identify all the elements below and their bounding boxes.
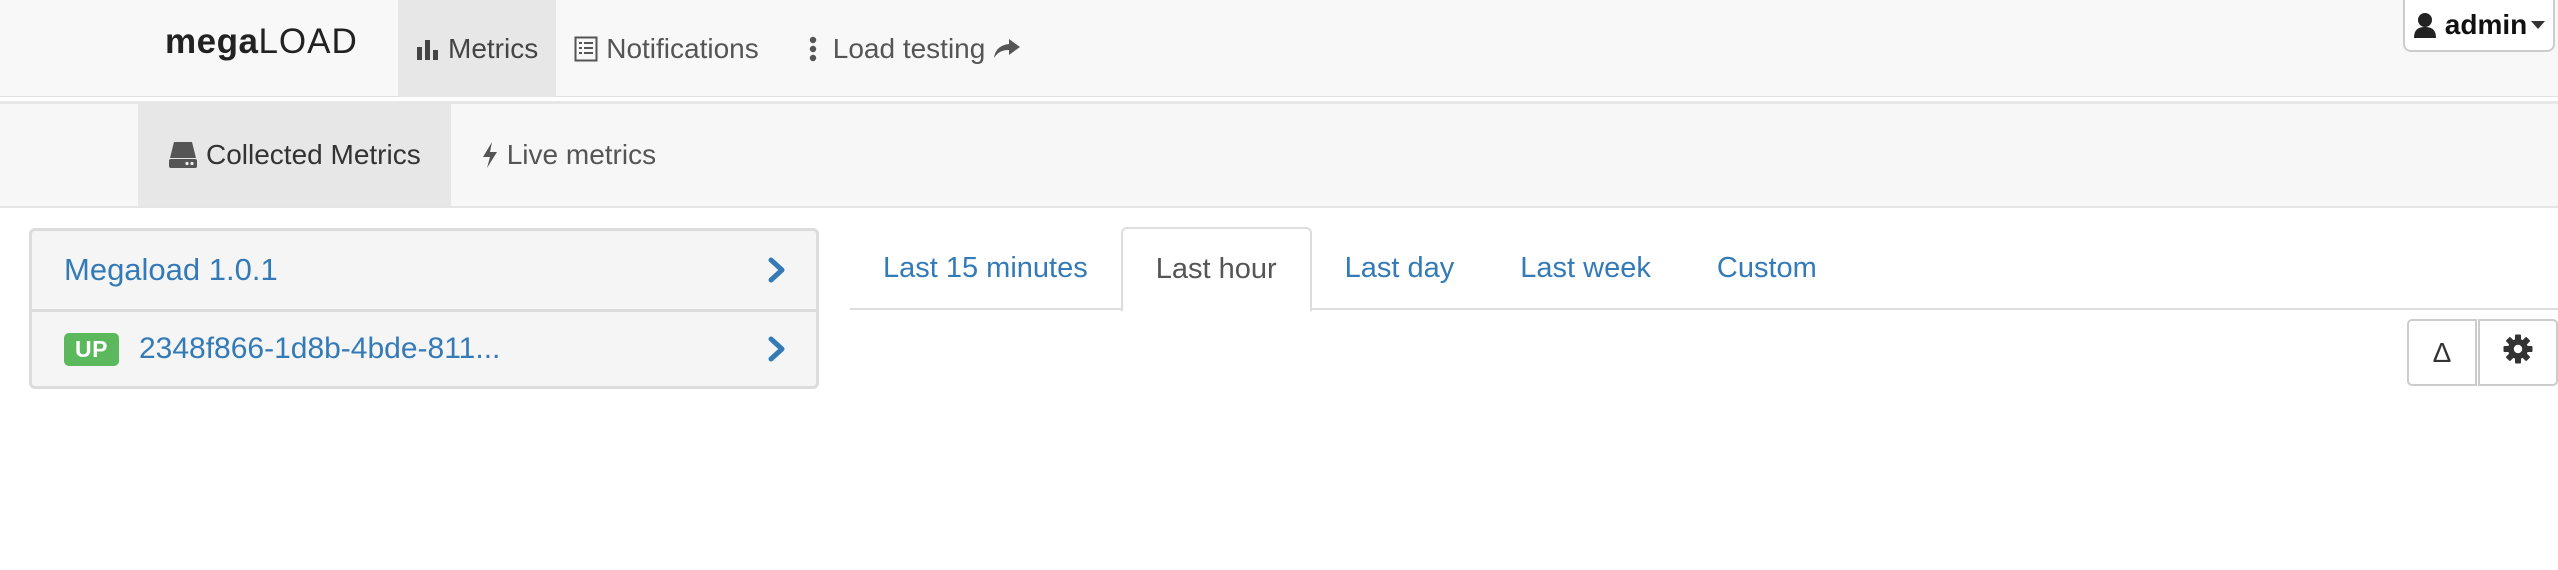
nav-metrics[interactable]: Metrics — [398, 0, 557, 97]
settings-button[interactable] — [2478, 319, 2558, 386]
bar-chart-icon — [416, 37, 440, 61]
chevron-right-icon — [768, 336, 786, 362]
subnav-live-metrics[interactable]: Live metrics — [451, 104, 686, 206]
bolt-icon — [481, 141, 499, 169]
instance-id: 2348f866-1d8b-4bde-811... — [138, 332, 501, 365]
application-header[interactable]: Megaload 1.0.1 — [32, 231, 816, 309]
caret-down-icon — [2531, 21, 2546, 29]
main-nav: Metrics Notifications Load testing — [398, 0, 1039, 97]
application-panel: Megaload 1.0.1 UP 2348f866-1d8b-4bde-811… — [29, 228, 819, 389]
nav-load-testing-label: Load testing — [832, 32, 986, 64]
list-icon — [574, 36, 598, 62]
nav-load-testing[interactable]: Load testing — [791, 0, 1040, 97]
sub-navbar: Collected Metrics Live metrics — [0, 104, 2558, 208]
tab-last-15-minutes[interactable]: Last 15 minutes — [850, 227, 1121, 310]
tab-last-day[interactable]: Last day — [1312, 227, 1488, 310]
tab-last-hour[interactable]: Last hour — [1120, 227, 1312, 312]
brand-logo[interactable]: mega LOAD — [165, 22, 358, 74]
vertical-dots-icon — [809, 36, 817, 62]
top-navbar: mega LOAD Metrics Notifications Load test… — [0, 0, 2558, 97]
delta-button[interactable]: Δ — [2407, 319, 2477, 386]
chevron-right-icon — [768, 257, 786, 283]
tab-last-week[interactable]: Last week — [1487, 227, 1684, 310]
subnav-live-label: Live metrics — [506, 139, 657, 170]
nav-notifications-label: Notifications — [606, 32, 759, 64]
user-icon — [2413, 12, 2437, 38]
application-title: Megaload 1.0.1 — [64, 252, 278, 287]
instance-row[interactable]: UP 2348f866-1d8b-4bde-811... — [32, 309, 816, 386]
time-range-tabs: Last 15 minutes Last hour Last day Last … — [850, 227, 2558, 312]
nav-notifications[interactable]: Notifications — [556, 0, 777, 97]
nav-metrics-label: Metrics — [448, 32, 539, 64]
sub-nav: Collected Metrics Live metrics — [138, 104, 686, 206]
tab-custom[interactable]: Custom — [1684, 227, 1850, 310]
user-name: admin — [2444, 9, 2528, 40]
subnav-collected-label: Collected Metrics — [206, 139, 421, 170]
share-arrow-icon — [993, 38, 1021, 60]
subnav-collected-metrics[interactable]: Collected Metrics — [138, 104, 451, 206]
user-menu-button[interactable]: admin — [2403, 0, 2555, 52]
gear-icon — [2503, 334, 2533, 371]
status-badge: UP — [64, 332, 119, 366]
delta-label: Δ — [2432, 336, 2452, 368]
hdd-icon — [168, 141, 198, 169]
